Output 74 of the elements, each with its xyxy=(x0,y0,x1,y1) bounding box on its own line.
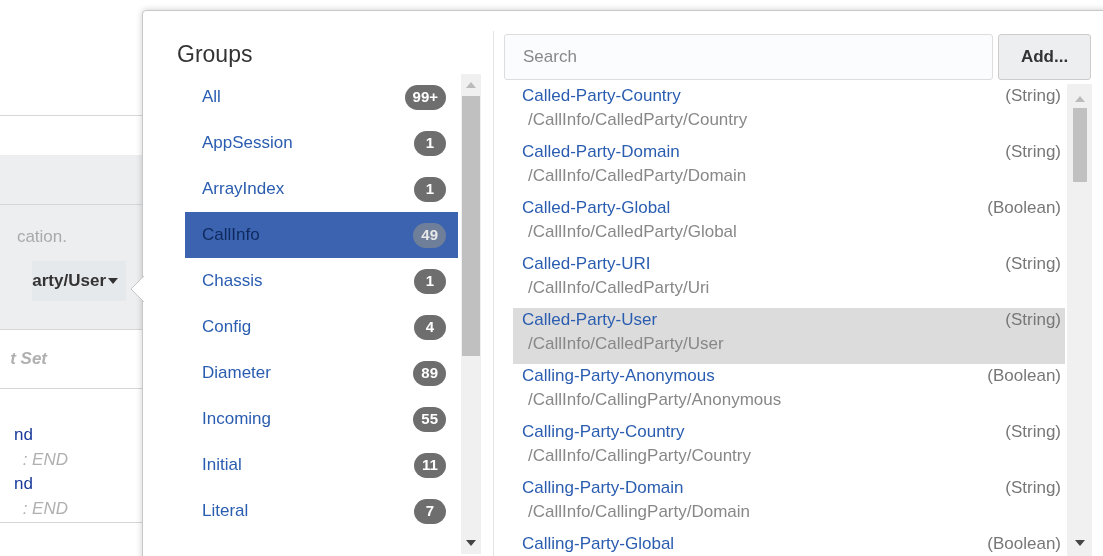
count-badge: 99+ xyxy=(404,84,446,110)
field-type: (Boolean) xyxy=(987,199,1061,217)
field-path: /CallInfo/CalledParty/Uri xyxy=(527,277,710,299)
field-type: (Boolean) xyxy=(987,367,1061,385)
count-badge: 55 xyxy=(413,406,446,432)
scrollbar[interactable] xyxy=(461,74,481,554)
entry-name[interactable]: nd xyxy=(14,423,142,447)
field-path: /CallInfo/CalledParty/Domain xyxy=(527,165,747,187)
field-item[interactable]: Calling-Party-Global (Boolean) xyxy=(513,532,1065,556)
entry-name[interactable]: nd xyxy=(14,472,142,496)
field-name: Called-Party-User xyxy=(522,311,659,329)
field-type: (String) xyxy=(1005,479,1061,497)
group-item[interactable]: Initial 11 xyxy=(185,442,458,488)
field-name: Calling-Party-Country xyxy=(522,423,686,441)
add-button[interactable]: Add... xyxy=(998,34,1091,80)
entry-detail: : END xyxy=(22,498,69,520)
field-path: /CallInfo/CallingParty/Domain xyxy=(527,501,751,523)
field-path: /CallInfo/CalledParty/User xyxy=(527,333,724,355)
count-badge: 7 xyxy=(414,498,446,524)
field-item[interactable]: Called-Party-User /CallInfo/CalledParty/User (String) xyxy=(513,308,1065,364)
field-path: /CallInfo/CalledParty/Global xyxy=(527,221,737,243)
count-badge: 4 xyxy=(414,314,446,340)
scroll-up-icon[interactable] xyxy=(1074,96,1085,102)
scroll-down-icon[interactable] xyxy=(1074,540,1085,546)
group-item[interactable]: Incoming 55 xyxy=(185,396,458,442)
group-item[interactable]: All 99+ xyxy=(185,74,458,120)
group-item[interactable]: Config 4 xyxy=(185,304,458,350)
count-badge: 89 xyxy=(413,360,446,386)
count-badge: 11 xyxy=(414,452,446,478)
entry-detail: : END xyxy=(22,449,69,471)
field-type: (Boolean) xyxy=(987,535,1061,553)
count-badge: 1 xyxy=(414,268,446,294)
group-item[interactable]: Literal 7 xyxy=(185,488,458,534)
field-item[interactable]: Called-Party-Domain /CallInfo/CalledParty/Domain (String) xyxy=(513,140,1065,196)
count-badge: 1 xyxy=(414,130,446,156)
group-item[interactable]: Diameter 89 xyxy=(185,350,458,396)
field-name: Called-Party-URI xyxy=(522,255,652,273)
field-path: /CallInfo/CallingParty/Country xyxy=(527,445,751,467)
field-item[interactable]: Called-Party-Country /CallInfo/CalledParty/Country (String) xyxy=(513,84,1065,140)
scroll-thumb[interactable] xyxy=(1072,108,1087,182)
search-field[interactable]: Search xyxy=(504,34,993,80)
field-name: Called-Party-Country xyxy=(522,87,682,105)
group-item[interactable]: AppSession 1 xyxy=(185,120,458,166)
value-text: t Set xyxy=(10,348,47,371)
field-type: (String) xyxy=(1005,311,1061,329)
field-name: Called-Party-Domain xyxy=(522,143,681,161)
field-name: Called-Party-Global xyxy=(522,199,672,217)
field-item[interactable]: Calling-Party-Country /CallInfo/CallingParty/Country (String) xyxy=(513,420,1065,476)
field-name: Calling-Party-Global xyxy=(522,535,675,553)
field-name: Calling-Party-Anonymous xyxy=(522,367,716,385)
field-type: (String) xyxy=(1005,255,1061,273)
field-type: (String) xyxy=(1005,423,1061,441)
scroll-up-icon[interactable] xyxy=(466,82,476,88)
group-item[interactable]: CallInfo 49 xyxy=(185,212,458,258)
scroll-down-icon[interactable] xyxy=(466,540,476,546)
scroll-thumb[interactable] xyxy=(462,96,480,356)
group-item[interactable]: ArrayIndex 1 xyxy=(185,166,458,212)
count-badge: 49 xyxy=(413,222,446,248)
field-item[interactable]: Calling-Party-Domain /CallInfo/CallingParty/Domain (String) xyxy=(513,476,1065,532)
field-item[interactable]: Called-Party-Global /CallInfo/CalledParty/Global (Boolean) xyxy=(513,196,1065,252)
field-name: Calling-Party-Domain xyxy=(522,479,685,497)
groups-title: Groups xyxy=(177,40,254,69)
caret-icon xyxy=(108,278,118,284)
group-item[interactable]: Chassis 1 xyxy=(185,258,458,304)
field-type: (String) xyxy=(1005,87,1061,105)
field-item[interactable]: Called-Party-URI /CallInfo/CalledParty/Uri (String) xyxy=(513,252,1065,308)
count-badge: 1 xyxy=(414,176,446,202)
path-button[interactable]: arty/User xyxy=(32,261,126,301)
field-path: /CallInfo/CalledParty/Country xyxy=(527,109,748,131)
field-type: (String) xyxy=(1005,143,1061,161)
field-item[interactable]: Calling-Party-Anonymous /CallInfo/CallingParty/Anonymous (Boolean) xyxy=(513,364,1065,420)
scrollbar[interactable] xyxy=(1067,84,1092,556)
field-path: /CallInfo/CallingParty/Anonymous xyxy=(527,389,782,411)
hint-text: cation. xyxy=(16,226,68,248)
